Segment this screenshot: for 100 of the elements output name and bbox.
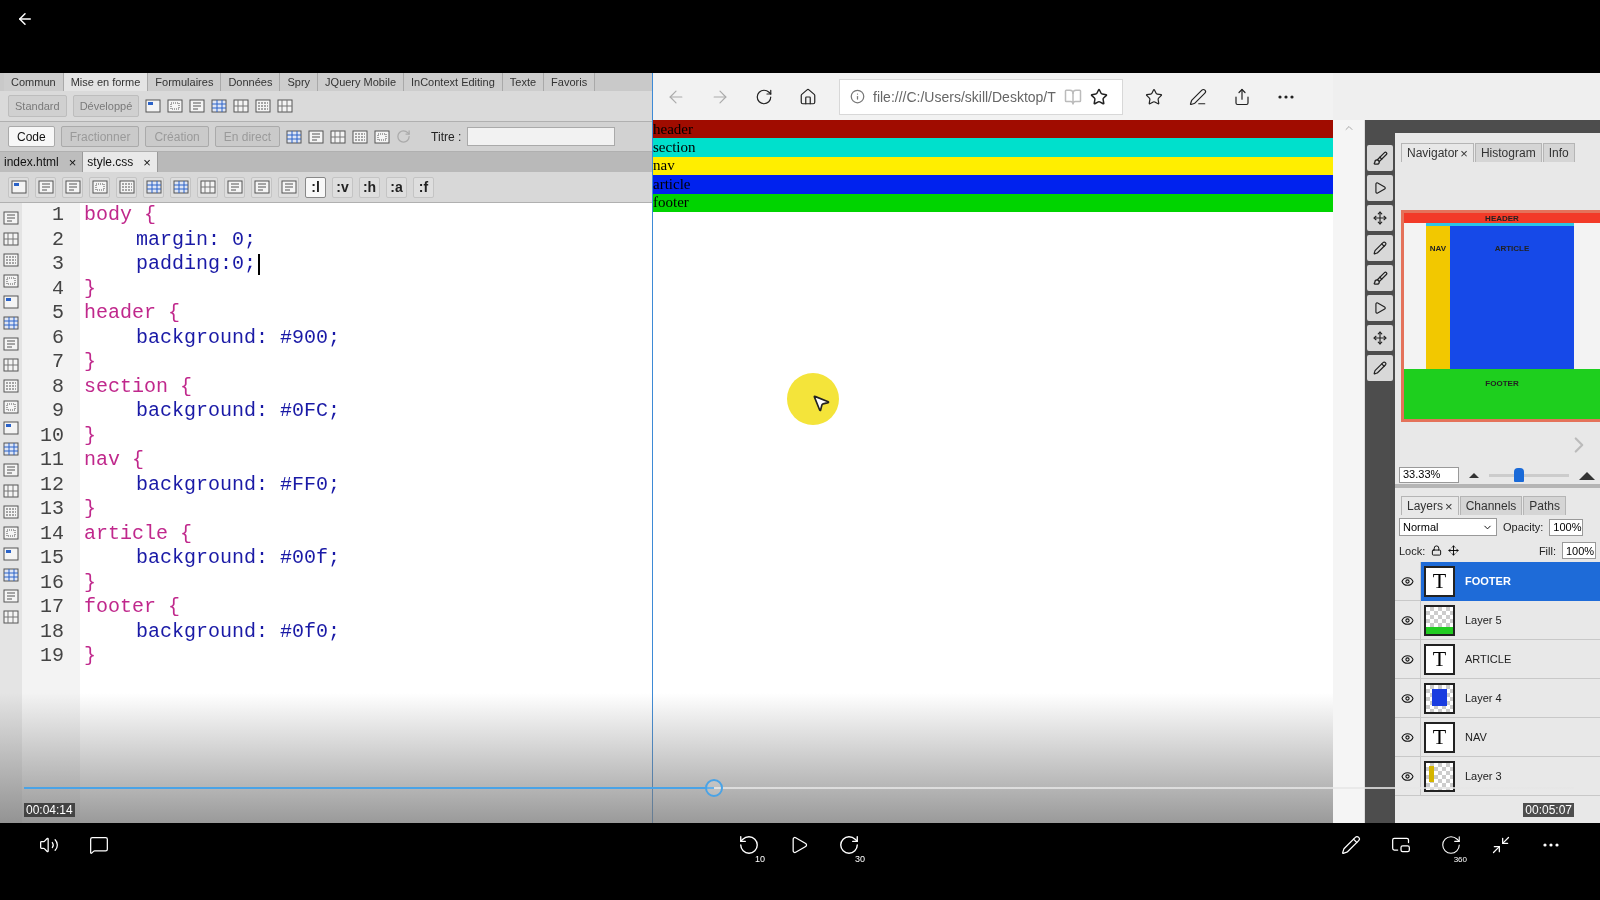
slider-thumb[interactable] [1513, 468, 1524, 482]
insert-tab[interactable]: Mise en forme [63, 73, 149, 91]
grid-icon[interactable] [3, 358, 19, 372]
circular-arrow-icon [738, 834, 760, 856]
pseudo-class-button[interactable]: :f [413, 176, 434, 198]
window-icon[interactable] [3, 547, 19, 561]
pseudo-class-button[interactable]: :h [359, 176, 380, 198]
frame-icon[interactable] [3, 274, 19, 288]
panel-tab[interactable]: Navigator× [1401, 143, 1474, 162]
grid-icon[interactable] [3, 610, 19, 624]
panel-tool-button[interactable] [1367, 145, 1393, 171]
eye-icon[interactable] [1401, 574, 1414, 588]
address-bar[interactable]: file:///C:/Users/skill/Desktop/T [839, 78, 1123, 115]
window-icon[interactable] [145, 99, 162, 113]
layer-row[interactable]: T ARTICLE [1421, 639, 1600, 679]
insert-tab[interactable]: Spry [280, 73, 319, 91]
close-icon[interactable]: × [1445, 498, 1453, 514]
fill-field[interactable]: 100% [1562, 542, 1596, 559]
zoom-field[interactable]: 33.33% [1399, 467, 1459, 483]
table-icon[interactable] [3, 568, 19, 582]
grid-icon[interactable] [3, 484, 19, 498]
page-icon[interactable] [3, 211, 19, 225]
pseudo-class-button[interactable]: :a [386, 176, 407, 198]
panel-tool-button[interactable] [1367, 325, 1393, 351]
close-icon[interactable]: × [68, 154, 77, 170]
list-icon[interactable] [3, 505, 19, 519]
blend-mode-select[interactable]: Normal [1399, 518, 1497, 536]
navigator-preview[interactable]: HEADER NAV ARTICLE FOOTER [1401, 210, 1600, 422]
seek-handle[interactable] [704, 779, 723, 797]
eye-icon[interactable] [1401, 613, 1414, 627]
code-line: body { [84, 203, 156, 228]
pseudo-class-button[interactable]: :l [305, 176, 326, 198]
panel-tool-button[interactable] [1367, 205, 1393, 231]
list-icon[interactable] [3, 379, 19, 393]
frame-icon[interactable] [374, 129, 391, 144]
layer-row[interactable]: T FOOTER [1421, 561, 1600, 601]
eye-icon[interactable] [1401, 691, 1414, 705]
insert-tab[interactable]: InContext Editing [404, 73, 503, 91]
close-icon[interactable]: × [143, 154, 151, 170]
window-icon[interactable] [3, 295, 19, 309]
page-icon[interactable] [3, 337, 19, 351]
title-label: Titre : [431, 129, 462, 144]
opacity-field[interactable]: 100% [1549, 518, 1584, 536]
refresh-icon [755, 87, 773, 106]
layer-row[interactable]: Layer 3 [1421, 756, 1600, 796]
panel-tab[interactable]: Info [1542, 143, 1575, 162]
panel-tab[interactable]: Paths [1523, 496, 1566, 515]
grid-icon[interactable] [3, 232, 19, 246]
move-icon[interactable] [1448, 545, 1460, 556]
insert-tab[interactable]: Texte [502, 73, 545, 91]
list-icon[interactable] [255, 99, 272, 113]
panel-tool-button[interactable] [1367, 235, 1393, 261]
page-icon[interactable] [3, 463, 19, 477]
pseudo-class-button[interactable]: :v [332, 176, 353, 198]
panel-tool-button[interactable] [1367, 265, 1393, 291]
eye-icon[interactable] [1401, 730, 1414, 744]
insert-tab[interactable]: Données [221, 73, 281, 91]
grid-icon[interactable] [330, 129, 347, 144]
table-icon[interactable] [3, 316, 19, 330]
frame-icon[interactable] [3, 526, 19, 540]
eye-icon[interactable] [1401, 769, 1414, 783]
insert-tab[interactable]: Commun [4, 73, 64, 91]
zoom-in-icon[interactable] [1579, 470, 1595, 480]
insert-tab[interactable]: JQuery Mobile [318, 73, 404, 91]
panel-tab[interactable]: Channels [1459, 496, 1523, 515]
panel-tool-button[interactable] [1367, 175, 1393, 201]
layer-row[interactable]: Layer 5 [1421, 600, 1600, 640]
remaining-time: 00:05:07 [1523, 803, 1574, 817]
star-icon[interactable] [1089, 87, 1108, 106]
insert-tab[interactable]: Favoris [544, 73, 596, 91]
list-icon[interactable] [3, 253, 19, 267]
grid-icon[interactable] [233, 99, 250, 113]
panel-tab[interactable]: Layers× [1401, 496, 1459, 515]
eye-icon[interactable] [1401, 652, 1414, 666]
file-tab[interactable]: style.css × [83, 152, 158, 172]
window-icon[interactable] [3, 421, 19, 435]
list-icon[interactable] [352, 129, 369, 144]
table-icon[interactable] [211, 99, 228, 113]
panel-tool-button[interactable] [1367, 355, 1393, 381]
file-tab[interactable]: index.html × [0, 152, 84, 172]
zoom-out-icon[interactable] [1469, 472, 1479, 478]
panel-tab[interactable]: Histogram [1474, 143, 1542, 162]
panel-tool-button[interactable] [1367, 295, 1393, 321]
page-icon[interactable] [308, 129, 325, 144]
lock-icon[interactable] [1431, 545, 1443, 556]
page-icon[interactable] [189, 99, 206, 113]
layer-row[interactable]: Layer 4 [1421, 678, 1600, 718]
table-icon[interactable] [3, 442, 19, 456]
page-icon[interactable] [3, 589, 19, 603]
reading-view-icon[interactable] [1063, 87, 1082, 106]
layer-row[interactable]: T NAV [1421, 717, 1600, 757]
dots-icon [1278, 94, 1294, 99]
insert-tab[interactable]: Formulaires [148, 73, 222, 91]
frame-icon[interactable] [167, 99, 184, 113]
frame-icon[interactable] [3, 400, 19, 414]
grid-icon[interactable] [277, 99, 294, 113]
view-mode-button[interactable]: Code [8, 126, 55, 147]
title-field[interactable] [467, 127, 616, 146]
table-icon[interactable] [286, 129, 303, 144]
close-icon[interactable]: × [1460, 145, 1468, 161]
